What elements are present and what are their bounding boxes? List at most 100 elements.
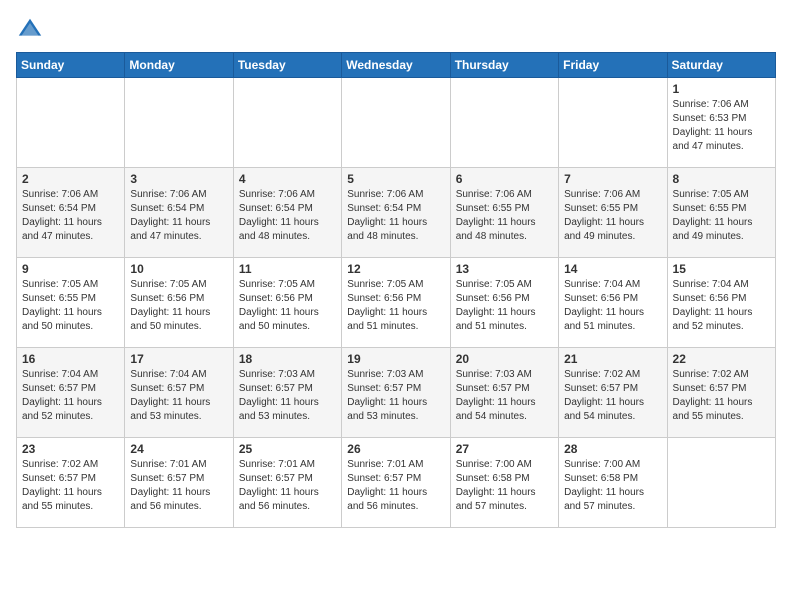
day-info: Sunrise: 7:06 AM Sunset: 6:53 PM Dayligh… xyxy=(673,98,770,154)
day-number: 26 xyxy=(347,442,444,456)
weekday-header: Saturday xyxy=(667,53,775,78)
day-info: Sunrise: 7:02 AM Sunset: 6:57 PM Dayligh… xyxy=(673,368,770,424)
calendar-cell: 11 Sunrise: 7:05 AM Sunset: 6:56 PM Dayli… xyxy=(233,258,341,348)
calendar-cell: 18 Sunrise: 7:03 AM Sunset: 6:57 PM Dayli… xyxy=(233,348,341,438)
calendar-cell: 21 Sunrise: 7:02 AM Sunset: 6:57 PM Dayli… xyxy=(559,348,667,438)
day-number: 25 xyxy=(239,442,336,456)
calendar-cell: 7 Sunrise: 7:06 AM Sunset: 6:55 PM Daylig… xyxy=(559,168,667,258)
calendar-week-row: 1 Sunrise: 7:06 AM Sunset: 6:53 PM Daylig… xyxy=(17,78,776,168)
day-info: Sunrise: 7:04 AM Sunset: 6:56 PM Dayligh… xyxy=(564,278,661,334)
calendar-cell: 1 Sunrise: 7:06 AM Sunset: 6:53 PM Daylig… xyxy=(667,78,775,168)
calendar-cell: 5 Sunrise: 7:06 AM Sunset: 6:54 PM Daylig… xyxy=(342,168,450,258)
day-info: Sunrise: 7:00 AM Sunset: 6:58 PM Dayligh… xyxy=(456,458,553,514)
calendar-cell xyxy=(667,438,775,528)
day-info: Sunrise: 7:04 AM Sunset: 6:56 PM Dayligh… xyxy=(673,278,770,334)
day-number: 22 xyxy=(673,352,770,366)
day-number: 7 xyxy=(564,172,661,186)
page-header xyxy=(16,16,776,44)
day-info: Sunrise: 7:02 AM Sunset: 6:57 PM Dayligh… xyxy=(22,458,119,514)
day-info: Sunrise: 7:02 AM Sunset: 6:57 PM Dayligh… xyxy=(564,368,661,424)
calendar-cell: 9 Sunrise: 7:05 AM Sunset: 6:55 PM Daylig… xyxy=(17,258,125,348)
calendar-cell: 3Sunrise: 7:06 AM Sunset: 6:54 PM Daylig… xyxy=(125,168,233,258)
day-number: 28 xyxy=(564,442,661,456)
day-number: 1 xyxy=(673,82,770,96)
day-number: 10 xyxy=(130,262,227,276)
logo-icon xyxy=(16,16,44,44)
day-number: 20 xyxy=(456,352,553,366)
day-info: Sunrise: 7:00 AM Sunset: 6:58 PM Dayligh… xyxy=(564,458,661,514)
day-number: 23 xyxy=(22,442,119,456)
day-number: 27 xyxy=(456,442,553,456)
day-number: 8 xyxy=(673,172,770,186)
day-info: Sunrise: 7:03 AM Sunset: 6:57 PM Dayligh… xyxy=(347,368,444,424)
day-number: 13 xyxy=(456,262,553,276)
day-info: Sunrise: 7:01 AM Sunset: 6:57 PM Dayligh… xyxy=(130,458,227,514)
calendar-cell: 24 Sunrise: 7:01 AM Sunset: 6:57 PM Dayli… xyxy=(125,438,233,528)
calendar-cell xyxy=(125,78,233,168)
weekday-header: Friday xyxy=(559,53,667,78)
day-info: Sunrise: 7:05 AM Sunset: 6:55 PM Dayligh… xyxy=(673,188,770,244)
calendar-cell: 2 Sunrise: 7:06 AM Sunset: 6:54 PM Daylig… xyxy=(17,168,125,258)
weekday-header: Tuesday xyxy=(233,53,341,78)
day-number: 15 xyxy=(673,262,770,276)
day-number: 2 xyxy=(22,172,119,186)
calendar-cell: 19 Sunrise: 7:03 AM Sunset: 6:57 PM Dayli… xyxy=(342,348,450,438)
calendar-cell: 26 Sunrise: 7:01 AM Sunset: 6:57 PM Dayli… xyxy=(342,438,450,528)
calendar-cell xyxy=(450,78,558,168)
weekday-header: Thursday xyxy=(450,53,558,78)
calendar-week-row: 16 Sunrise: 7:04 AM Sunset: 6:57 PM Dayli… xyxy=(17,348,776,438)
calendar-table: SundayMondayTuesdayWednesdayThursdayFrid… xyxy=(16,52,776,528)
calendar-week-row: 2 Sunrise: 7:06 AM Sunset: 6:54 PM Daylig… xyxy=(17,168,776,258)
calendar-cell: 6 Sunrise: 7:06 AM Sunset: 6:55 PM Daylig… xyxy=(450,168,558,258)
calendar-cell: 8 Sunrise: 7:05 AM Sunset: 6:55 PM Daylig… xyxy=(667,168,775,258)
day-info: Sunrise: 7:05 AM Sunset: 6:56 PM Dayligh… xyxy=(347,278,444,334)
logo xyxy=(16,16,48,44)
calendar-cell: 22 Sunrise: 7:02 AM Sunset: 6:57 PM Dayli… xyxy=(667,348,775,438)
day-number: 17 xyxy=(130,352,227,366)
day-info: Sunrise: 7:06 AM Sunset: 6:55 PM Dayligh… xyxy=(456,188,553,244)
day-info: Sunrise: 7:03 AM Sunset: 6:57 PM Dayligh… xyxy=(239,368,336,424)
calendar-header-row: SundayMondayTuesdayWednesdayThursdayFrid… xyxy=(17,53,776,78)
calendar-cell: 23 Sunrise: 7:02 AM Sunset: 6:57 PM Dayli… xyxy=(17,438,125,528)
day-info: Sunrise: 7:01 AM Sunset: 6:57 PM Dayligh… xyxy=(347,458,444,514)
calendar-cell: 28 Sunrise: 7:00 AM Sunset: 6:58 PM Dayli… xyxy=(559,438,667,528)
day-number: 5 xyxy=(347,172,444,186)
day-number: 14 xyxy=(564,262,661,276)
day-number: 19 xyxy=(347,352,444,366)
calendar-cell xyxy=(17,78,125,168)
calendar-week-row: 9 Sunrise: 7:05 AM Sunset: 6:55 PM Daylig… xyxy=(17,258,776,348)
day-info: Sunrise: 7:06 AM Sunset: 6:55 PM Dayligh… xyxy=(564,188,661,244)
calendar-cell xyxy=(342,78,450,168)
day-number: 21 xyxy=(564,352,661,366)
calendar-cell: 25Sunrise: 7:01 AM Sunset: 6:57 PM Dayli… xyxy=(233,438,341,528)
day-info: Sunrise: 7:06 AM Sunset: 6:54 PM Dayligh… xyxy=(22,188,119,244)
day-number: 9 xyxy=(22,262,119,276)
calendar-week-row: 23 Sunrise: 7:02 AM Sunset: 6:57 PM Dayli… xyxy=(17,438,776,528)
day-number: 16 xyxy=(22,352,119,366)
calendar-cell xyxy=(559,78,667,168)
day-info: Sunrise: 7:05 AM Sunset: 6:55 PM Dayligh… xyxy=(22,278,119,334)
day-info: Sunrise: 7:06 AM Sunset: 6:54 PM Dayligh… xyxy=(130,188,227,244)
day-number: 4 xyxy=(239,172,336,186)
day-info: Sunrise: 7:05 AM Sunset: 6:56 PM Dayligh… xyxy=(239,278,336,334)
day-number: 6 xyxy=(456,172,553,186)
calendar-cell: 20 Sunrise: 7:03 AM Sunset: 6:57 PM Dayli… xyxy=(450,348,558,438)
day-info: Sunrise: 7:06 AM Sunset: 6:54 PM Dayligh… xyxy=(239,188,336,244)
calendar-cell: 13 Sunrise: 7:05 AM Sunset: 6:56 PM Dayli… xyxy=(450,258,558,348)
calendar-cell: 27 Sunrise: 7:00 AM Sunset: 6:58 PM Dayli… xyxy=(450,438,558,528)
day-info: Sunrise: 7:05 AM Sunset: 6:56 PM Dayligh… xyxy=(456,278,553,334)
day-info: Sunrise: 7:03 AM Sunset: 6:57 PM Dayligh… xyxy=(456,368,553,424)
calendar-cell: 17Sunrise: 7:04 AM Sunset: 6:57 PM Dayli… xyxy=(125,348,233,438)
day-info: Sunrise: 7:04 AM Sunset: 6:57 PM Dayligh… xyxy=(22,368,119,424)
calendar-cell: 10 Sunrise: 7:05 AM Sunset: 6:56 PM Dayli… xyxy=(125,258,233,348)
day-info: Sunrise: 7:06 AM Sunset: 6:54 PM Dayligh… xyxy=(347,188,444,244)
day-number: 11 xyxy=(239,262,336,276)
calendar-cell: 12Sunrise: 7:05 AM Sunset: 6:56 PM Dayli… xyxy=(342,258,450,348)
calendar-cell: 16 Sunrise: 7:04 AM Sunset: 6:57 PM Dayli… xyxy=(17,348,125,438)
day-number: 18 xyxy=(239,352,336,366)
calendar-cell: 4 Sunrise: 7:06 AM Sunset: 6:54 PM Daylig… xyxy=(233,168,341,258)
calendar-cell: 14 Sunrise: 7:04 AM Sunset: 6:56 PM Dayli… xyxy=(559,258,667,348)
day-number: 24 xyxy=(130,442,227,456)
weekday-header: Monday xyxy=(125,53,233,78)
day-info: Sunrise: 7:05 AM Sunset: 6:56 PM Dayligh… xyxy=(130,278,227,334)
